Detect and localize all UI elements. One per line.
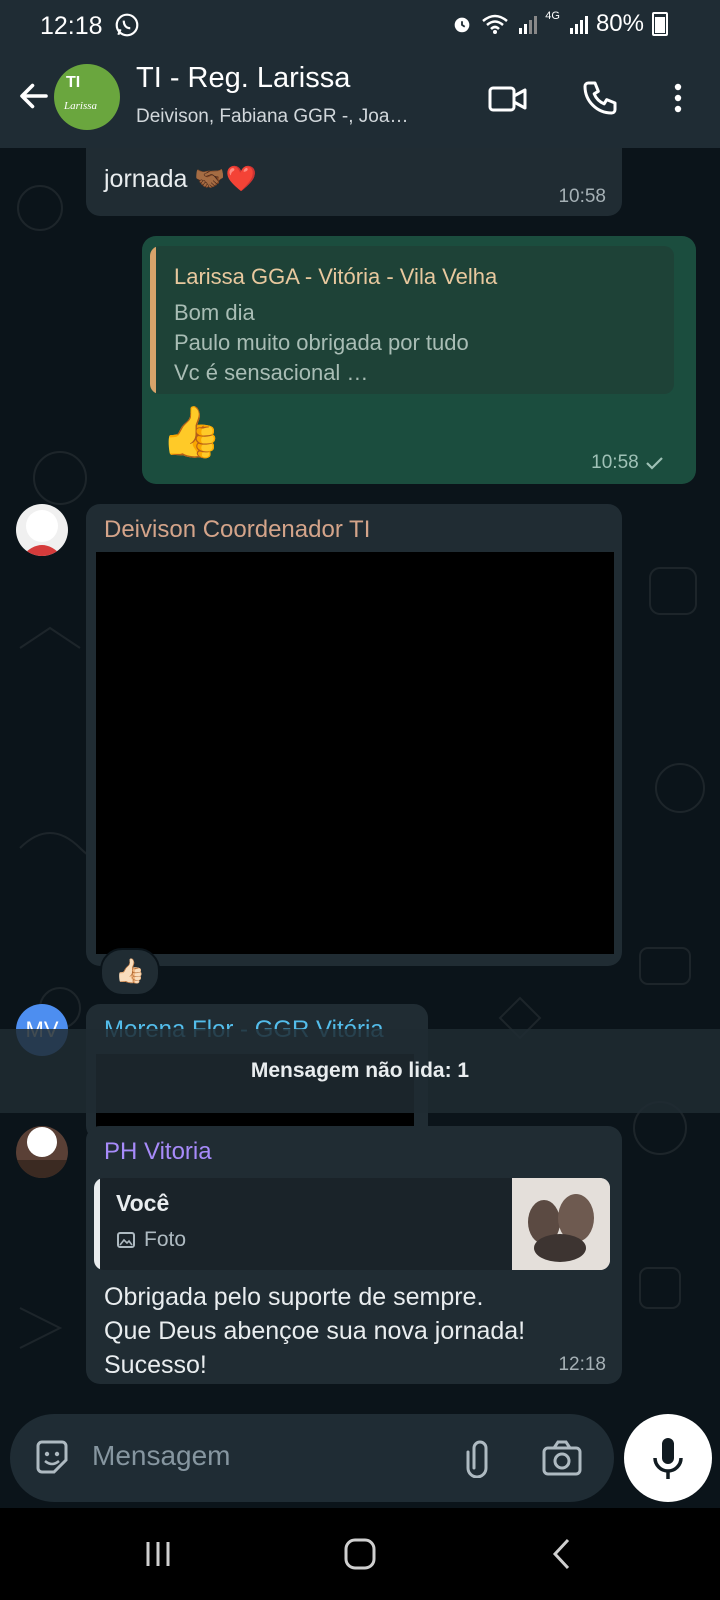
camera-icon[interactable] <box>540 1438 584 1478</box>
photo-icon <box>117 1232 135 1248</box>
message-time-text: 10:58 <box>591 452 639 473</box>
signal-icon-2 <box>569 16 588 34</box>
status-time: 12:18 <box>40 12 103 40</box>
chat-title[interactable]: TI - Reg. Larissa <box>136 62 350 95</box>
quote-text: Bom dia Paulo muito obrigada por tudo Vc… <box>174 300 469 385</box>
chat-participants[interactable]: Deivison, Fabiana GGR -, Joa… <box>136 106 466 128</box>
message-text: Obrigada pelo suporte de sempre. Que Deu… <box>104 1280 525 1382</box>
home-icon[interactable] <box>340 1534 380 1574</box>
thumbs-up-emoji: 👍 <box>160 404 223 460</box>
media-attachment[interactable] <box>96 552 614 954</box>
quote-author: Você <box>116 1190 170 1216</box>
message-text-line: Sucesso! <box>104 1351 207 1379</box>
quote-media-type: Foto <box>144 1228 187 1251</box>
message-text-line: Que Deus abençoe sua nova jornada! <box>104 1317 526 1345</box>
group-avatar-logo-text: TI <box>66 74 81 91</box>
sender-name[interactable]: Deivison Coordenador TI <box>104 516 370 544</box>
alarm-icon <box>454 17 470 33</box>
incoming-message-bubble[interactable]: PH Vitoria Você Foto Obrigada pelo supor… <box>86 1126 622 1384</box>
quoted-message[interactable]: Você Foto <box>94 1178 610 1270</box>
chat-area[interactable]: jornada 🤝🏾❤️ 10:58 Larissa GGA - Vitória… <box>0 148 720 1418</box>
whatsapp-notification-icon <box>115 13 139 37</box>
status-icons: 4G 80% <box>451 10 668 38</box>
signal-icon <box>519 16 538 34</box>
battery-percent: 80% <box>595 10 644 37</box>
wifi-icon <box>482 14 509 34</box>
quoted-message[interactable]: Larissa GGA - Vitória - Vila Velha Bom d… <box>150 246 674 394</box>
sent-check-icon <box>646 457 663 470</box>
incoming-message-bubble[interactable]: jornada 🤝🏾❤️ 10:58 <box>86 148 622 216</box>
status-bar: 12:18 4G 80% <box>0 0 720 52</box>
recent-apps-icon[interactable] <box>138 1534 178 1574</box>
network-type: 4G <box>545 10 560 22</box>
group-avatar-logo-subtext: Larissa <box>64 100 98 112</box>
message-time: 10:58 <box>558 186 606 207</box>
back-nav-icon[interactable] <box>542 1534 582 1574</box>
system-navigation-bar <box>0 1508 720 1600</box>
unread-label: Mensagem não lida: 1 <box>250 1059 470 1082</box>
message-time: 12:18 <box>558 1354 606 1375</box>
avatar-ph-vitoria[interactable] <box>16 1126 68 1178</box>
message-time: 10:58 <box>591 452 666 474</box>
more-options-icon[interactable] <box>658 78 698 118</box>
group-avatar[interactable]: TI Larissa <box>54 64 120 130</box>
quote-accent-bar <box>94 1178 100 1270</box>
voice-message-button[interactable] <box>624 1414 712 1502</box>
microphone-icon <box>653 1438 683 1479</box>
back-arrow-icon[interactable] <box>16 78 52 114</box>
incoming-message-bubble[interactable]: Deivison Coordenador TI <box>86 504 622 966</box>
quoted-photo-thumbnail[interactable] <box>512 1178 610 1270</box>
message-text-line: Obrigada pelo suporte de sempre. <box>104 1283 484 1311</box>
quote-accent-bar <box>150 246 156 394</box>
unread-messages-divider: Mensagem não lida: 1 <box>0 1029 720 1113</box>
reaction-badge[interactable]: 👍🏻 <box>100 948 160 996</box>
battery-icon <box>652 12 668 36</box>
video-call-icon[interactable] <box>488 78 528 118</box>
sticker-emoji-icon[interactable] <box>32 1438 72 1478</box>
chat-header: TI Larissa TI - Reg. Larissa Deivison, F… <box>0 52 720 148</box>
sender-name[interactable]: PH Vitoria <box>104 1138 212 1166</box>
outgoing-message-bubble[interactable]: Larissa GGA - Vitória - Vila Velha Bom d… <box>142 236 696 484</box>
message-input[interactable]: Mensagem <box>92 1440 231 1472</box>
quote-author: Larissa GGA - Vitória - Vila Velha <box>174 264 498 289</box>
attach-icon[interactable] <box>462 1438 498 1478</box>
avatar-deivison[interactable] <box>16 504 68 556</box>
message-composer[interactable]: Mensagem <box>10 1414 614 1502</box>
message-text: jornada 🤝🏾❤️ <box>104 165 257 193</box>
voice-call-icon[interactable] <box>580 78 620 118</box>
reaction-thumbs-up-emoji: 👍🏻 <box>115 958 145 985</box>
quote-media-label: Foto <box>116 1228 186 1252</box>
